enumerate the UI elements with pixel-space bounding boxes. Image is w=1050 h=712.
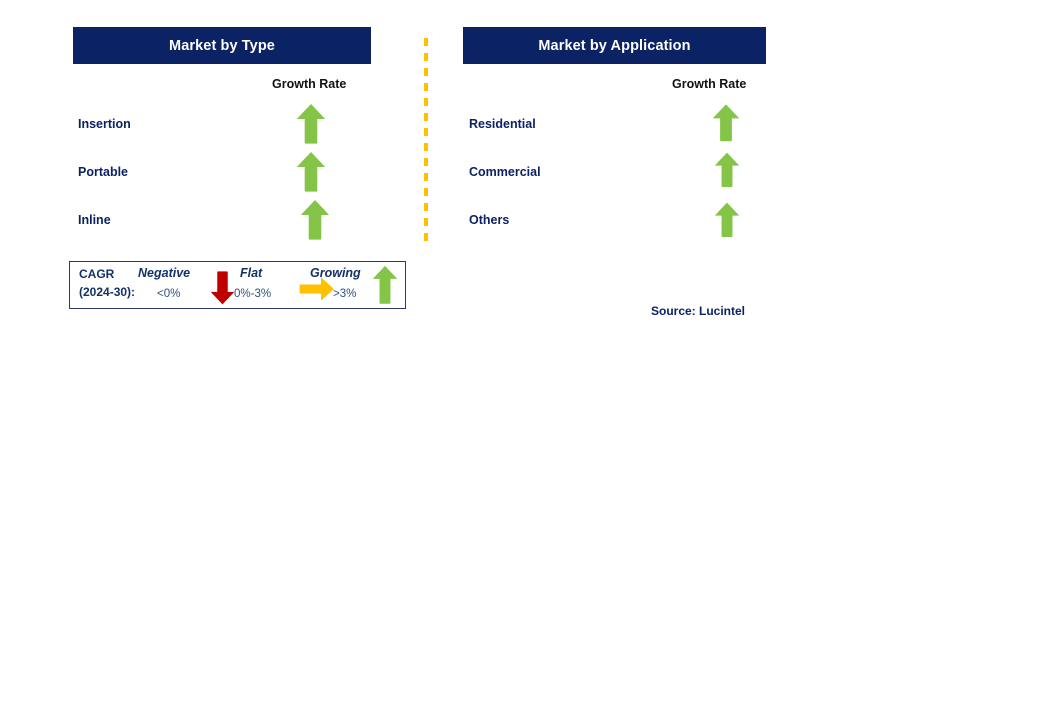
row-label-inline: Inline (78, 213, 111, 227)
legend-cagr-label-line1: CAGR (79, 267, 115, 281)
row-label-others: Others (469, 213, 510, 227)
legend-range-growing: >3% (333, 288, 357, 300)
legend-cagr-label-line2: (2024-30): (79, 285, 136, 299)
up-arrow-icon (300, 199, 330, 246)
up-arrow-icon (372, 263, 398, 312)
down-arrow-icon (210, 265, 235, 312)
row-label-insertion: Insertion (78, 117, 131, 131)
row-label-portable: Portable (78, 165, 129, 179)
up-arrow-icon (712, 103, 740, 148)
legend-term-negative: Negative (138, 266, 191, 280)
header-bar-market-by-type: Market by Type (73, 27, 371, 64)
up-arrow-icon (296, 151, 326, 198)
legend-range-negative: <0% (157, 288, 181, 300)
panel-divider-dashed-line (424, 38, 428, 246)
legend-range-flat: 0%-3% (234, 288, 272, 300)
up-arrow-icon (296, 103, 326, 150)
source-attribution: Source: Lucintel (651, 304, 746, 318)
legend-term-growing: Growing (310, 266, 361, 280)
row-label-residential: Residential (469, 117, 536, 131)
panel-title-market-by-application: Market by Application (538, 37, 691, 54)
panel-title-market-by-type: Market by Type (169, 37, 275, 54)
right-arrow-icon (294, 277, 336, 306)
up-arrow-icon (714, 151, 740, 194)
growth-rate-column-header-application: Growth Rate (672, 77, 747, 91)
header-bar-market-by-application: Market by Application (463, 27, 766, 64)
row-label-commercial: Commercial (469, 165, 541, 179)
legend-term-flat: Flat (240, 266, 263, 280)
up-arrow-icon (714, 201, 740, 244)
growth-rate-column-header-type: Growth Rate (272, 77, 347, 91)
